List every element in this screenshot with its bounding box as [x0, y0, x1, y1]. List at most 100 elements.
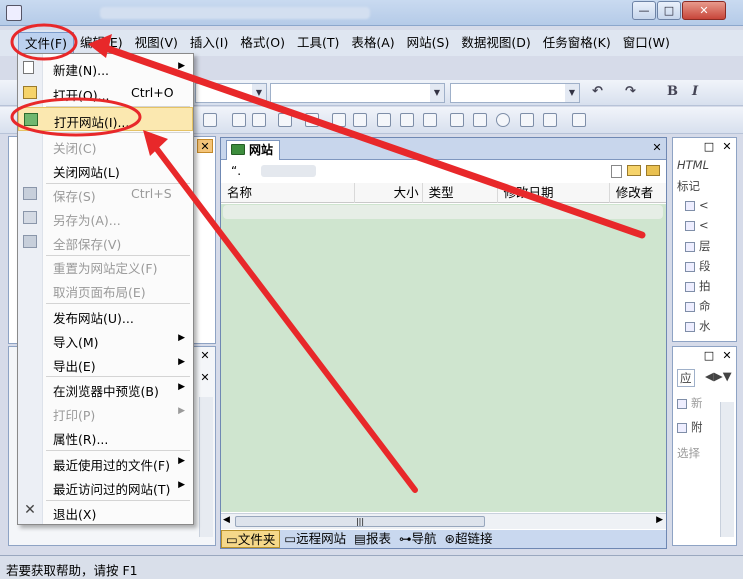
column-type[interactable]: 类型: [423, 183, 498, 203]
tab-remote-site[interactable]: ▭远程网站: [280, 530, 350, 548]
tab-folders[interactable]: ▭文件夹: [221, 530, 281, 548]
vertical-scrollbar[interactable]: [720, 402, 734, 537]
vertical-scrollbar[interactable]: [199, 397, 213, 537]
table-draw-icon[interactable]: [332, 113, 346, 127]
menu-item-open[interactable]: 打开(O)... Ctrl+O: [18, 81, 193, 105]
close-icon[interactable]: ✕: [719, 140, 735, 154]
new-folder-icon[interactable]: [627, 165, 641, 176]
layer-icon[interactable]: [232, 113, 246, 127]
list-item[interactable]: 拍: [685, 278, 711, 294]
menu-item-close-site[interactable]: 关闭网站(L): [18, 158, 193, 182]
menu-edit[interactable]: 编辑(E): [74, 32, 129, 54]
list-item[interactable]: 水: [685, 318, 711, 334]
menu-site[interactable]: 网站(S): [401, 32, 456, 54]
menu-item-import[interactable]: 导入(M) ▶: [18, 328, 193, 352]
menu-file[interactable]: 文件(F): [18, 32, 74, 54]
menu-item-export[interactable]: 导出(E) ▶: [18, 352, 193, 376]
menu-insert[interactable]: 插入(I): [184, 32, 234, 54]
list-item[interactable]: 层: [685, 238, 711, 254]
hotspot-icon[interactable]: [543, 113, 557, 127]
tab-website[interactable]: 网站: [226, 140, 281, 160]
menu-item-open-site[interactable]: 打开网站(I)...: [18, 107, 193, 131]
tab-reports[interactable]: ▤报表: [350, 530, 395, 548]
list-item[interactable]: <: [685, 198, 709, 212]
menu-task-pane[interactable]: 任务窗格(K): [537, 32, 617, 54]
horizontal-scrollbar[interactable]: ◀ ||| ▶: [221, 513, 666, 529]
tab-apply-styles[interactable]: 应: [677, 369, 695, 387]
italic-button[interactable]: I: [692, 84, 698, 99]
menu-format[interactable]: 格式(O): [234, 32, 291, 54]
column-size[interactable]: 大小: [388, 183, 423, 203]
close-icon[interactable]: ✕: [197, 349, 213, 363]
menu-item-print[interactable]: 打印(P) ▶: [18, 401, 193, 425]
menu-view[interactable]: 视图(V): [129, 32, 184, 54]
tag-icon: [685, 301, 695, 312]
bold-button[interactable]: B: [667, 84, 678, 99]
style-combo[interactable]: ▼: [195, 83, 267, 103]
image-icon[interactable]: [400, 113, 414, 127]
list-item[interactable]: 命: [685, 298, 711, 314]
font-combo[interactable]: ▼: [270, 83, 445, 103]
menu-item-exit[interactable]: ✕ 退出(X): [18, 500, 193, 524]
scroll-left-icon[interactable]: ◀: [223, 515, 230, 525]
size-combo[interactable]: ▼: [450, 83, 580, 103]
menu-item-close[interactable]: 关闭(C): [18, 134, 193, 158]
arrow-left-icon[interactable]: [203, 113, 217, 127]
maximize-panel-icon[interactable]: □: [701, 140, 717, 154]
menu-item-properties[interactable]: 属性(R)...: [18, 425, 193, 449]
close-icon[interactable]: ✕: [197, 139, 213, 153]
column-modified-by[interactable]: 修改者: [610, 183, 666, 203]
new-page-icon[interactable]: [611, 165, 622, 178]
menu-item-preview-in-browser[interactable]: 在浏览器中预览(B) ▶: [18, 377, 193, 401]
up-folder-icon[interactable]: [646, 165, 660, 176]
menu-item-label: 关闭网站(L): [53, 165, 120, 180]
cursor-icon[interactable]: [450, 113, 464, 127]
file-list[interactable]: [221, 204, 666, 512]
new-style-button[interactable]: 新: [677, 395, 703, 411]
menu-item-reset-site-definition[interactable]: 重置为网站定义(F): [18, 254, 193, 278]
undo-icon[interactable]: ↶: [592, 84, 603, 99]
scroll-thumb[interactable]: |||: [235, 516, 485, 527]
minimize-button[interactable]: —: [632, 1, 656, 20]
menu-item-recent-sites[interactable]: 最近访问过的网站(T) ▶: [18, 475, 193, 499]
eraser-icon[interactable]: [377, 113, 391, 127]
close-button[interactable]: ✕: [682, 1, 726, 20]
polygon-icon[interactable]: [520, 113, 534, 127]
list-item[interactable]: 段: [685, 258, 711, 274]
menu-window[interactable]: 窗口(W): [617, 32, 676, 54]
menu-item-publish-site[interactable]: 发布网站(U)...: [18, 304, 193, 328]
layer-icon[interactable]: [252, 113, 266, 127]
menu-item-save-all[interactable]: 全部保存(V): [18, 230, 193, 254]
scroll-right-icon[interactable]: ▶: [656, 515, 663, 525]
list-item[interactable]: [223, 205, 663, 219]
redo-icon[interactable]: ↷: [625, 84, 636, 99]
panel-nav-arrows[interactable]: ◀▶▼: [705, 369, 732, 383]
draw-icon[interactable]: [278, 113, 292, 127]
maximize-panel-icon[interactable]: □: [701, 349, 717, 363]
list-item[interactable]: <: [685, 218, 709, 232]
pencil-icon[interactable]: [353, 113, 367, 127]
close-icon[interactable]: ✕: [197, 371, 213, 385]
column-modified-date[interactable]: 修改日期: [498, 183, 610, 203]
menu-item-cancel-layout[interactable]: 取消页面布局(E): [18, 278, 193, 302]
ellipse-icon[interactable]: [496, 113, 510, 127]
menu-item-save[interactable]: 保存(S) Ctrl+S: [18, 182, 193, 206]
apply-styles-panel: ✕ □ 应 ◀▶▼ 新 附 选择: [672, 346, 737, 546]
attach-style-button[interactable]: 附: [677, 419, 703, 435]
rectangle-icon[interactable]: [473, 113, 487, 127]
column-name[interactable]: 名称: [221, 183, 355, 203]
image-tools-icon[interactable]: [572, 113, 586, 127]
menu-table[interactable]: 表格(A): [345, 32, 400, 54]
crop-icon[interactable]: [423, 113, 437, 127]
menu-data-view[interactable]: 数据视图(D): [455, 32, 536, 54]
close-icon[interactable]: ✕: [649, 141, 665, 155]
menu-tools[interactable]: 工具(T): [291, 32, 345, 54]
menu-item-save-as[interactable]: 另存为(A)...: [18, 206, 193, 230]
menu-item-new[interactable]: 新建(N)... ▶: [18, 56, 193, 80]
maximize-button[interactable]: □: [657, 1, 681, 20]
tab-hyperlinks[interactable]: ⊛超链接: [441, 530, 497, 548]
tab-navigation[interactable]: ⊶导航: [395, 530, 441, 548]
menu-item-recent-files[interactable]: 最近使用过的文件(F) ▶: [18, 451, 193, 475]
draw-icon[interactable]: [305, 113, 319, 127]
close-icon[interactable]: ✕: [719, 349, 735, 363]
